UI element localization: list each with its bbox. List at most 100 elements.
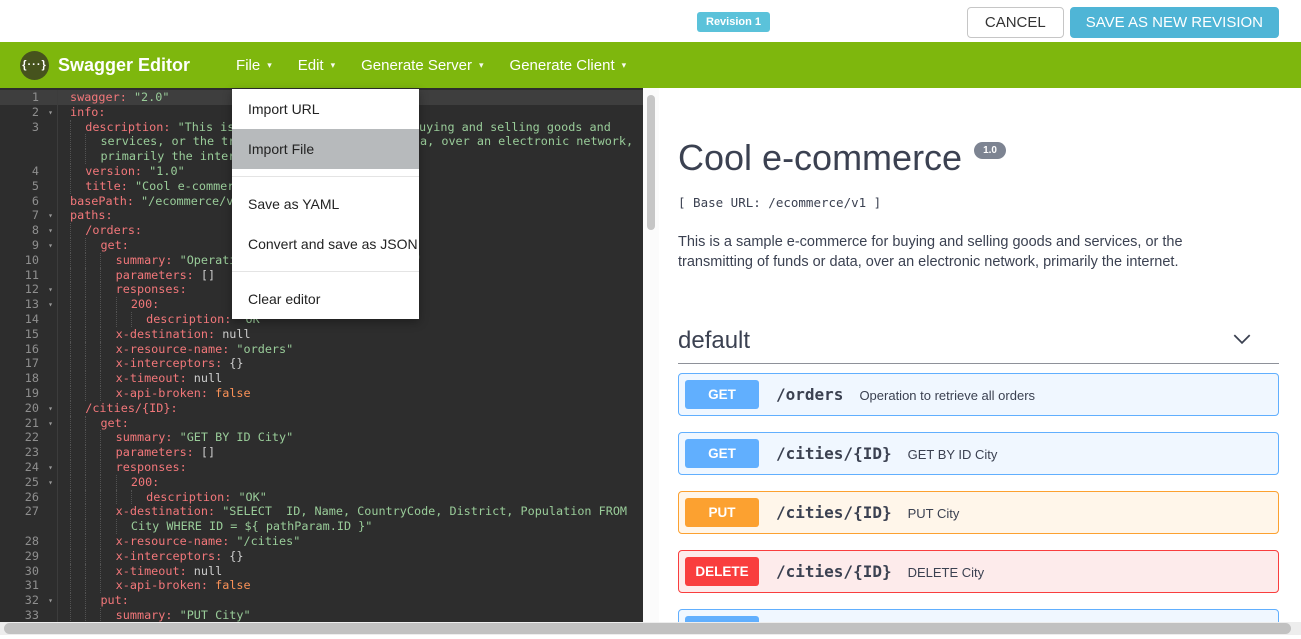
editor-code-text[interactable]: x-resource-name: "orders" bbox=[58, 342, 293, 357]
editor-code-text[interactable]: summary: "GET BY ID City" bbox=[58, 430, 293, 445]
editor-code-text[interactable]: swagger: "2.0" bbox=[58, 90, 169, 105]
api-info: Cool e-commerce1.0 [ Base URL: /ecommerc… bbox=[678, 137, 1279, 272]
fold-caret-icon[interactable]: ▾ bbox=[48, 239, 53, 254]
page-horizontal-scrollbar[interactable] bbox=[0, 622, 1301, 639]
menu-item-import-url[interactable]: Import URL bbox=[232, 89, 419, 129]
tag-section-header[interactable]: default bbox=[678, 327, 1279, 355]
editor-code-text[interactable]: /orders: bbox=[58, 223, 142, 238]
brand: {···} Swagger Editor bbox=[20, 51, 190, 80]
indent-guide bbox=[100, 371, 115, 386]
fold-caret-icon[interactable]: ▾ bbox=[48, 106, 53, 121]
editor-line[interactable]: 28 x-resource-name: "/cities" bbox=[0, 534, 643, 549]
editor-code-text[interactable]: City WHERE ID = ${ pathParam.ID }" bbox=[58, 519, 372, 534]
fold-caret-icon[interactable]: ▾ bbox=[48, 417, 53, 432]
editor-code-text[interactable]: paths: bbox=[58, 208, 113, 223]
cancel-button[interactable]: CANCEL bbox=[967, 7, 1064, 38]
editor-code-text[interactable]: x-destination: null bbox=[58, 327, 251, 342]
editor-code-text[interactable]: x-api-broken: false bbox=[58, 386, 251, 401]
editor-code-text[interactable]: put: bbox=[58, 593, 129, 608]
menu-file[interactable]: File ▾ bbox=[223, 42, 285, 88]
editor-line[interactable]: 30 x-timeout: null bbox=[0, 564, 643, 579]
editor-code-text[interactable]: x-timeout: null bbox=[58, 564, 222, 579]
editor-line[interactable]: 17 x-interceptors: {} bbox=[0, 356, 643, 371]
menu-item-convert-and-save-as-json[interactable]: Convert and save as JSON bbox=[232, 224, 419, 264]
editor-code-text[interactable]: responses: bbox=[58, 282, 187, 297]
fold-caret-icon[interactable]: ▾ bbox=[48, 594, 53, 609]
editor-line[interactable]: 26 description: "OK" bbox=[0, 490, 643, 505]
save-as-new-revision-button[interactable]: SAVE AS NEW REVISION bbox=[1070, 7, 1279, 38]
editor-code-text[interactable]: get: bbox=[58, 416, 129, 431]
editor-line[interactable]: 32▾ put: bbox=[0, 593, 643, 608]
editor-code-text[interactable]: responses: bbox=[58, 460, 187, 475]
editor-line[interactable]: 21▾ get: bbox=[0, 416, 643, 431]
fold-caret-icon[interactable]: ▾ bbox=[48, 461, 53, 476]
code-token: false bbox=[215, 578, 251, 592]
editor-code-text[interactable]: description: "OK" bbox=[58, 490, 267, 505]
menu-item-save-as-yaml[interactable]: Save as YAML bbox=[232, 184, 419, 224]
scrollbar-thumb[interactable] bbox=[4, 623, 1291, 634]
editor-code-text[interactable]: 200: bbox=[58, 297, 159, 312]
operation-row[interactable]: GET/ordersOperation to retrieve all orde… bbox=[678, 373, 1279, 416]
editor-code-text[interactable]: version: "1.0" bbox=[58, 164, 185, 179]
editor-code-text[interactable]: /cities/{ID}: bbox=[58, 401, 178, 416]
fold-caret-icon[interactable]: ▾ bbox=[48, 283, 53, 298]
editor-gutter: 5 bbox=[0, 179, 58, 194]
fold-caret-icon[interactable]: ▾ bbox=[48, 209, 53, 224]
editor-line[interactable]: City WHERE ID = ${ pathParam.ID }" bbox=[0, 519, 643, 534]
editor-code-text[interactable]: basePath: "/ecommerce/v1" bbox=[58, 194, 248, 209]
code-token: x-timeout: bbox=[116, 371, 187, 385]
menu-generate-server[interactable]: Generate Server ▾ bbox=[348, 42, 496, 88]
editor-gutter: 31 bbox=[0, 578, 58, 593]
operation-summary: GET BY ID City bbox=[908, 445, 998, 462]
editor-line[interactable]: 33 summary: "PUT City" bbox=[0, 608, 643, 623]
editor-line[interactable]: 29 x-interceptors: {} bbox=[0, 549, 643, 564]
editor-line[interactable]: 19 x-api-broken: false bbox=[0, 386, 643, 401]
menu-edit[interactable]: Edit ▾ bbox=[285, 42, 348, 88]
fold-caret-icon[interactable]: ▾ bbox=[48, 402, 53, 417]
menu-generate-client[interactable]: Generate Client ▾ bbox=[497, 42, 640, 88]
fold-caret-icon[interactable]: ▾ bbox=[48, 298, 53, 313]
editor-code-text[interactable]: summary: "PUT City" bbox=[58, 608, 251, 623]
scrollbar-track[interactable] bbox=[0, 622, 1301, 635]
editor-vertical-scrollbar[interactable] bbox=[643, 88, 659, 639]
editor-code-text[interactable]: x-interceptors: {} bbox=[58, 549, 244, 564]
editor-scrollbar-thumb[interactable] bbox=[647, 95, 655, 230]
editor-gutter: 17 bbox=[0, 356, 58, 371]
editor-code-text[interactable]: x-api-broken: false bbox=[58, 578, 251, 593]
code-token bbox=[172, 253, 179, 267]
indent-guide bbox=[116, 490, 131, 505]
operation-row[interactable]: DELETE/cities/{ID}DELETE City bbox=[678, 550, 1279, 593]
menu-item-clear-editor[interactable]: Clear editor bbox=[232, 279, 419, 319]
fold-caret-icon[interactable]: ▾ bbox=[48, 476, 53, 491]
indent-guide bbox=[100, 460, 115, 475]
editor-code-text[interactable]: parameters: [] bbox=[58, 268, 215, 283]
editor-code-text[interactable]: x-interceptors: {} bbox=[58, 356, 244, 371]
editor-line[interactable]: 27 x-destination: "SELECT ID, Name, Coun… bbox=[0, 504, 643, 519]
editor-code-text[interactable]: get: bbox=[58, 238, 129, 253]
editor-line[interactable]: 22 summary: "GET BY ID City" bbox=[0, 430, 643, 445]
indent-guide bbox=[100, 430, 115, 445]
editor-line[interactable]: 18 x-timeout: null bbox=[0, 371, 643, 386]
editor-line[interactable]: 24▾ responses: bbox=[0, 460, 643, 475]
editor-line[interactable]: 16 x-resource-name: "orders" bbox=[0, 342, 643, 357]
editor-code-text[interactable]: x-timeout: null bbox=[58, 371, 222, 386]
editor-code-text[interactable]: title: "Cool e-commerce" bbox=[58, 179, 256, 194]
editor-line[interactable]: 25▾ 200: bbox=[0, 475, 643, 490]
operation-row[interactable]: GET/cities/{ID}GET BY ID City bbox=[678, 432, 1279, 475]
editor-code-text[interactable]: info: bbox=[58, 105, 106, 120]
indent-guide bbox=[70, 120, 85, 135]
editor-line[interactable]: 31 x-api-broken: false bbox=[0, 578, 643, 593]
editor-code-text[interactable]: 200: bbox=[58, 475, 159, 490]
editor-line[interactable]: 20▾ /cities/{ID}: bbox=[0, 401, 643, 416]
indent-guide bbox=[70, 564, 85, 579]
chevron-down-icon[interactable] bbox=[1231, 328, 1253, 355]
editor-code-text[interactable]: x-resource-name: "/cities" bbox=[58, 534, 300, 549]
editor-line[interactable]: 23 parameters: [] bbox=[0, 445, 643, 460]
editor-line[interactable]: 15 x-destination: null bbox=[0, 327, 643, 342]
code-token: summary: bbox=[116, 430, 173, 444]
operation-row[interactable]: PUT/cities/{ID}PUT City bbox=[678, 491, 1279, 534]
menu-item-import-file[interactable]: Import File bbox=[232, 129, 419, 169]
editor-code-text[interactable]: parameters: [] bbox=[58, 445, 215, 460]
fold-caret-icon[interactable]: ▾ bbox=[48, 224, 53, 239]
editor-code-text[interactable]: x-destination: "SELECT ID, Name, Country… bbox=[58, 504, 627, 519]
